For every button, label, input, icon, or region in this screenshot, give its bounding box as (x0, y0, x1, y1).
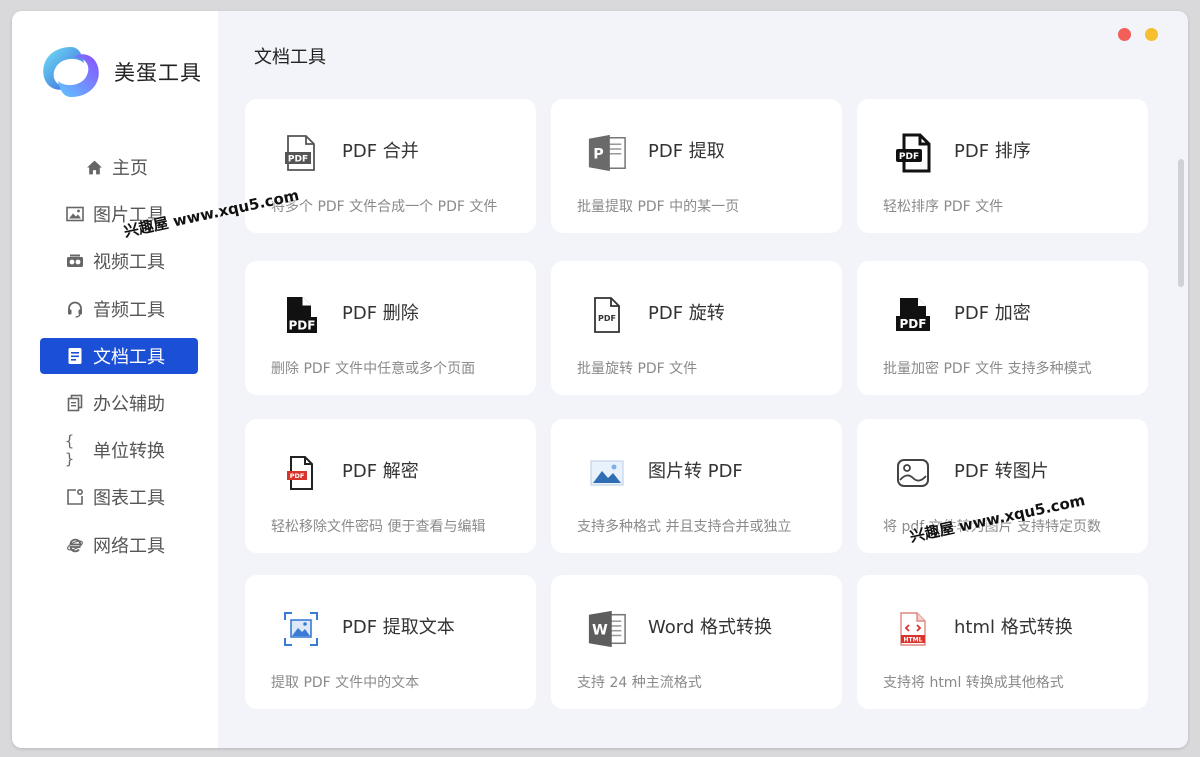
chart-icon (65, 487, 85, 507)
card-description: 轻松移除文件密码 便于查看与编辑 (271, 519, 486, 535)
card-title: PDF 旋转 (648, 303, 725, 324)
copy-icon (65, 393, 85, 413)
browser-e-icon (65, 535, 85, 555)
home-icon (84, 157, 104, 177)
pdf-decrypt-icon: PDF (281, 453, 321, 493)
sidebar-item-audio-tools[interactable]: 音频工具 (40, 291, 198, 327)
tool-card-pdf-decrypt[interactable]: PDF PDF 解密 轻松移除文件密码 便于查看与编辑 (245, 419, 536, 553)
scrollbar-thumb[interactable] (1178, 159, 1184, 287)
sidebar-item-label: 主页 (112, 158, 148, 179)
app-title: 美蛋工具 (114, 61, 202, 85)
card-description: 批量加密 PDF 文件 支持多种模式 (883, 361, 1092, 377)
card-title: html 格式转换 (954, 617, 1073, 638)
card-description: 批量旋转 PDF 文件 (577, 361, 698, 377)
card-description: 支持多种格式 并且支持合并或独立 (577, 519, 792, 535)
app-logo-icon (43, 47, 99, 97)
video-icon (65, 251, 85, 271)
sidebar-item-label: 单位转换 (93, 441, 165, 463)
word-icon: W (587, 609, 627, 649)
pdf-encrypt-icon: PDF (893, 295, 933, 335)
page-title: 文档工具 (254, 47, 326, 68)
card-title: PDF 解密 (342, 461, 419, 482)
sidebar-item-label: 音频工具 (93, 299, 165, 321)
card-title: 图片转 PDF (648, 461, 743, 482)
pdf-extract-text-icon (281, 609, 321, 649)
main-content: 文档工具 PDF PDF 合并 将多个 PDF 文件合成一个 PDF 文件 P … (218, 11, 1188, 748)
tool-card-image-to-pdf[interactable]: 图片转 PDF 支持多种格式 并且支持合并或独立 (551, 419, 842, 553)
tool-card-pdf-extract-text[interactable]: PDF 提取文本 提取 PDF 文件中的文本 (245, 575, 536, 709)
tool-card-word-convert[interactable]: W Word 格式转换 支持 24 种主流格式 (551, 575, 842, 709)
sidebar-item-label: 文档工具 (93, 346, 165, 368)
pdf-sort-icon-text: PDF (899, 152, 919, 162)
sidebar: 美蛋工具 主页 图片工具 视频工具 音频工具 文档工具 办公辅助 {} 单位转… (12, 11, 218, 748)
app-window: 美蛋工具 主页 图片工具 视频工具 音频工具 文档工具 办公辅助 {} 单位转… (12, 11, 1188, 748)
close-button[interactable] (1118, 28, 1131, 41)
card-description: 提取 PDF 文件中的文本 (271, 675, 420, 691)
pdf-delete-icon-text: PDF (289, 319, 316, 333)
card-description: 删除 PDF 文件中任意或多个页面 (271, 361, 476, 377)
sidebar-item-label: 视频工具 (93, 252, 165, 274)
tool-card-pdf-merge[interactable]: PDF PDF 合并 将多个 PDF 文件合成一个 PDF 文件 (245, 99, 536, 233)
card-title: PDF 删除 (342, 303, 419, 324)
pdf-rotate-icon-text: PDF (598, 314, 616, 323)
tool-card-pdf-delete[interactable]: PDF PDF 删除 删除 PDF 文件中任意或多个页面 (245, 261, 536, 395)
card-title: Word 格式转换 (648, 617, 772, 638)
sidebar-item-chart-tools[interactable]: 图表工具 (40, 479, 198, 515)
card-title: PDF 合并 (342, 141, 419, 162)
html-icon: HTML (893, 609, 933, 649)
headset-icon (65, 299, 85, 319)
pdf-extract-icon: P (587, 133, 627, 173)
sidebar-item-label: 图表工具 (93, 488, 165, 510)
card-title: PDF 转图片 (954, 461, 1049, 482)
card-description: 轻松排序 PDF 文件 (883, 199, 1004, 215)
pdf-to-image-icon (893, 453, 933, 493)
html-icon-text: HTML (904, 637, 923, 644)
minimize-button[interactable] (1145, 28, 1158, 41)
card-title: PDF 提取文本 (342, 617, 455, 638)
card-description: 将多个 PDF 文件合成一个 PDF 文件 (271, 199, 498, 215)
tool-card-html-convert[interactable]: HTML html 格式转换 支持将 html 转换成其他格式 (857, 575, 1148, 709)
image-icon (65, 204, 85, 224)
pdf-delete-icon: PDF (281, 295, 321, 335)
image-to-pdf-icon (587, 453, 627, 493)
card-title: PDF 排序 (954, 141, 1031, 162)
pdf-decrypt-icon-text: PDF (290, 472, 305, 480)
document-icon (65, 346, 85, 366)
card-description: 批量提取 PDF 中的某一页 (577, 199, 740, 215)
tool-card-pdf-rotate[interactable]: PDF PDF 旋转 批量旋转 PDF 文件 (551, 261, 842, 395)
sidebar-item-label: 网络工具 (93, 535, 165, 557)
sidebar-item-document-tools[interactable]: 文档工具 (40, 337, 198, 374)
tool-card-pdf-encrypt[interactable]: PDF PDF 加密 批量加密 PDF 文件 支持多种模式 (857, 261, 1148, 395)
word-icon-text: W (592, 623, 608, 639)
pdf-sort-icon: PDF (893, 133, 933, 173)
sidebar-item-unit-convert[interactable]: { } 单位转换 (40, 432, 198, 468)
sidebar-item-network-tools[interactable]: 网络工具 (40, 527, 198, 563)
sidebar-item-office-assist[interactable]: 办公辅助 (40, 385, 198, 421)
card-description: 支持 24 种主流格式 (577, 675, 702, 691)
tool-card-pdf-sort[interactable]: PDF PDF 排序 轻松排序 PDF 文件 (857, 99, 1148, 233)
sidebar-item-video-tools[interactable]: 视频工具 (40, 243, 198, 279)
sidebar-item-label: 办公辅助 (93, 393, 165, 415)
tool-card-pdf-extract[interactable]: P PDF 提取 批量提取 PDF 中的某一页 (551, 99, 842, 233)
card-title: PDF 加密 (954, 303, 1031, 324)
pdf-rotate-icon: PDF (587, 295, 627, 335)
braces-icon: { } (65, 432, 75, 469)
pdf-extract-icon-text: P (593, 147, 603, 163)
pdf-encrypt-icon-text: PDF (900, 317, 927, 331)
pdf-merge-icon-text: PDF (288, 155, 308, 165)
card-title: PDF 提取 (648, 141, 725, 162)
sidebar-item-home[interactable]: 主页 (40, 149, 198, 185)
pdf-merge-icon: PDF (281, 133, 321, 173)
tool-card-pdf-to-image[interactable]: PDF 转图片 将 pdf 文件转为图片 支持特定页数 (857, 419, 1148, 553)
card-description: 支持将 html 转换成其他格式 (883, 675, 1064, 691)
